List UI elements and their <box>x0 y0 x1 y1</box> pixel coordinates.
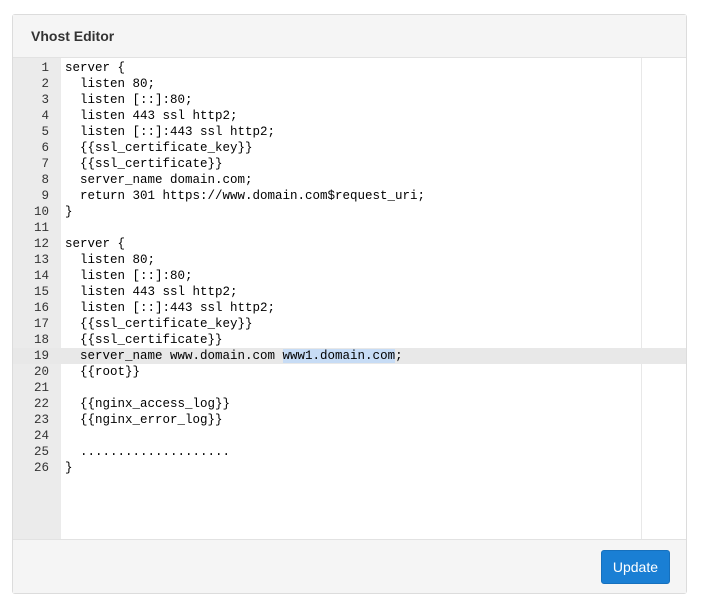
line-number: 20 <box>33 365 49 379</box>
line-text-after-selection: ; <box>395 349 403 363</box>
code-line[interactable]: 21 <box>13 380 686 396</box>
line-text[interactable]: server { <box>65 236 125 252</box>
line-number: 7 <box>41 157 49 171</box>
code-line[interactable]: 19 server_name www.domain.com www1.domai… <box>13 348 686 364</box>
line-text[interactable]: {{nginx_error_log}} <box>65 412 223 428</box>
line-text[interactable]: listen 80; <box>65 252 155 268</box>
line-text[interactable]: {{ssl_certificate}} <box>65 332 223 348</box>
code-lines[interactable]: 1 server {2 listen 80; 3 listen [::]:80; 4 … <box>13 60 686 476</box>
line-number: 15 <box>33 285 49 299</box>
code-line[interactable]: 18 {{ssl_certificate}} <box>13 332 686 348</box>
code-line[interactable]: 9 return 301 https://www.domain.com$requ… <box>13 188 686 204</box>
line-number: 12 <box>33 237 49 251</box>
code-line[interactable]: 15 listen 443 ssl http2; <box>13 284 686 300</box>
line-text[interactable]: return 301 https://www.domain.com$reques… <box>65 188 425 204</box>
line-text[interactable]: {{ssl_certificate_key}} <box>65 140 253 156</box>
line-text[interactable]: {{nginx_access_log}} <box>65 396 230 412</box>
code-line[interactable]: 17 {{ssl_certificate_key}} <box>13 316 686 332</box>
code-line[interactable]: 20 {{root}} <box>13 364 686 380</box>
code-line[interactable]: 7 {{ssl_certificate}} <box>13 156 686 172</box>
line-number: 5 <box>41 125 49 139</box>
line-text[interactable]: listen 80; <box>65 76 155 92</box>
line-text[interactable]: listen [::]:80; <box>65 268 193 284</box>
panel-footer: Update <box>13 539 686 593</box>
code-line[interactable]: 6 {{ssl_certificate_key}} <box>13 140 686 156</box>
line-number: 13 <box>33 253 49 267</box>
line-number: 14 <box>33 269 49 283</box>
code-line[interactable]: 26} <box>13 460 686 476</box>
line-number: 4 <box>41 109 49 123</box>
code-line[interactable]: 5 listen [::]:443 ssl http2; <box>13 124 686 140</box>
code-line[interactable]: 24 <box>13 428 686 444</box>
line-number: 18 <box>33 333 49 347</box>
code-line[interactable]: 11 <box>13 220 686 236</box>
line-text[interactable]: listen 443 ssl http2; <box>65 108 238 124</box>
code-line[interactable]: 1 server { <box>13 60 686 76</box>
line-text[interactable]: {{ssl_certificate}} <box>65 156 223 172</box>
line-number: 22 <box>33 397 49 411</box>
line-text[interactable]: listen 443 ssl http2; <box>65 284 238 300</box>
line-number: 3 <box>41 93 49 107</box>
vhost-editor-panel: Vhost Editor 1 server {2 listen 80; 3 list… <box>12 14 687 594</box>
code-line[interactable]: 22 {{nginx_access_log}} <box>13 396 686 412</box>
line-text[interactable]: listen [::]:80; <box>65 92 193 108</box>
line-number: 16 <box>33 301 49 315</box>
code-line[interactable]: 4 listen 443 ssl http2; <box>13 108 686 124</box>
line-number: 26 <box>33 461 49 475</box>
code-line[interactable]: 2 listen 80; <box>13 76 686 92</box>
line-number: 25 <box>33 445 49 459</box>
line-text[interactable]: server_name www.domain.com www1.domain.c… <box>65 348 403 364</box>
line-number: 6 <box>41 141 49 155</box>
line-number: 9 <box>41 189 49 203</box>
selected-text: www1.domain.com <box>282 349 396 363</box>
line-text[interactable]: listen [::]:443 ssl http2; <box>65 300 275 316</box>
line-number: 17 <box>33 317 49 331</box>
line-text[interactable]: } <box>65 460 73 476</box>
code-line[interactable]: 16 listen [::]:443 ssl http2; <box>13 300 686 316</box>
update-button[interactable]: Update <box>600 550 670 584</box>
line-text[interactable]: {{root}} <box>65 364 140 380</box>
code-line[interactable]: 23 {{nginx_error_log}} <box>13 412 686 428</box>
panel-title: Vhost Editor <box>31 28 115 44</box>
line-number: 10 <box>33 205 49 219</box>
code-line[interactable]: 10} <box>13 204 686 220</box>
code-line[interactable]: 3 listen [::]:80; <box>13 92 686 108</box>
line-number: 11 <box>33 221 49 235</box>
line-text[interactable]: server { <box>65 60 125 76</box>
line-number: 19 <box>33 349 49 363</box>
code-editor[interactable]: 1 server {2 listen 80; 3 listen [::]:80; 4 … <box>13 58 686 540</box>
code-line[interactable]: 8 server_name domain.com; <box>13 172 686 188</box>
code-line[interactable]: 14 listen [::]:80; <box>13 268 686 284</box>
line-number: 2 <box>41 77 49 91</box>
panel-header: Vhost Editor <box>13 15 686 58</box>
line-number: 21 <box>33 381 49 395</box>
line-number: 8 <box>41 173 49 187</box>
line-text[interactable]: listen [::]:443 ssl http2; <box>65 124 275 140</box>
line-number: 24 <box>33 429 49 443</box>
line-number: 1 <box>41 61 49 75</box>
line-number: 23 <box>33 413 49 427</box>
line-text[interactable]: .................... <box>65 444 230 460</box>
code-line[interactable]: 25 .................... <box>13 444 686 460</box>
code-line[interactable]: 13 listen 80; <box>13 252 686 268</box>
line-text[interactable]: } <box>65 204 73 220</box>
line-text[interactable]: {{ssl_certificate_key}} <box>65 316 253 332</box>
code-line[interactable]: 12 server { <box>13 236 686 252</box>
line-text[interactable]: server_name domain.com; <box>65 172 253 188</box>
line-text-before-selection: server_name www.domain.com <box>65 349 283 363</box>
